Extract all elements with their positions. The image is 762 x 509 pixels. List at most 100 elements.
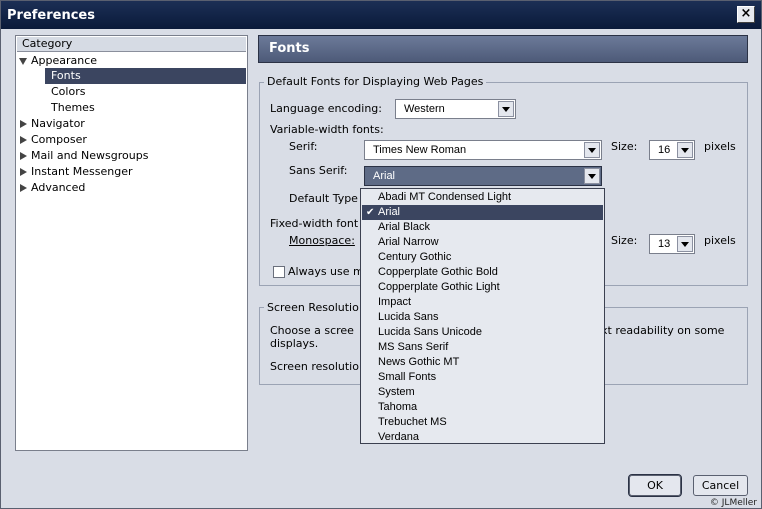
always-use-checkbox[interactable] [273, 266, 285, 278]
tree-item-advanced[interactable]: Advanced [20, 180, 85, 196]
dropdown-option-label: Arial Black [378, 221, 430, 233]
panel-header: Fonts [258, 35, 748, 63]
tree-item-instant-messenger[interactable]: Instant Messenger [20, 164, 133, 180]
dropdown-option-trebuchet[interactable]: Trebuchet MS [362, 415, 603, 430]
dropdown-option-label: Impact [378, 296, 412, 308]
language-encoding-value: Western [404, 103, 445, 115]
serif-size-label: Size: [611, 140, 638, 153]
mono-pixels-label: pixels [704, 234, 736, 247]
chevron-down-icon[interactable] [677, 236, 693, 252]
tree-item-label: Instant Messenger [31, 165, 133, 178]
tree-item-themes[interactable]: Themes [51, 100, 95, 116]
dropdown-option-ms-sans-serif[interactable]: MS Sans Serif [362, 340, 603, 355]
dropdown-option-system[interactable]: System [362, 385, 603, 400]
serif-font-select[interactable]: Times New Roman [364, 140, 602, 160]
dropdown-option-label: Abadi MT Condensed Light [378, 191, 512, 203]
serif-label: Serif: [289, 140, 318, 153]
dropdown-option-label: Small Fonts [378, 371, 437, 383]
mono-size-label: Size: [611, 234, 638, 247]
twisty-expanded-icon[interactable] [19, 57, 27, 65]
tree-item-colors[interactable]: Colors [51, 84, 85, 100]
preferences-window: Preferences × Category Appearance Fonts … [0, 0, 762, 509]
screen-text-1-right: xt readability on some [601, 324, 725, 337]
default-fonts-group-label: Default Fonts for Displaying Web Pages [264, 75, 487, 88]
dropdown-option-label: MS Sans Serif [378, 341, 449, 353]
chevron-down-icon[interactable] [677, 142, 693, 158]
screen-text-2: displays. [270, 337, 319, 350]
dropdown-option-label: Arial Narrow [378, 236, 439, 248]
title-bar[interactable]: Preferences × [1, 1, 761, 29]
language-encoding-select[interactable]: Western [395, 99, 516, 119]
twisty-collapsed-icon[interactable] [20, 120, 27, 128]
chevron-down-icon[interactable] [584, 168, 600, 184]
dropdown-option-impact[interactable]: Impact [362, 295, 603, 310]
chevron-down-icon[interactable] [584, 142, 600, 158]
dropdown-option-century-gothic[interactable]: Century Gothic [362, 250, 603, 265]
dropdown-option-label: Century Gothic [378, 251, 452, 263]
category-tree[interactable]: Category Appearance Fonts Colors Themes … [15, 35, 248, 451]
dropdown-option-lucida-sans[interactable]: Lucida Sans [362, 310, 603, 325]
tree-item-fonts[interactable]: Fonts [45, 68, 246, 84]
dropdown-option-label: Copperplate Gothic Light [378, 281, 500, 293]
dropdown-option-label: Tahoma [378, 401, 418, 413]
tree-item-label: Fonts [51, 69, 81, 82]
dropdown-option-arial-black[interactable]: Arial Black [362, 220, 603, 235]
language-encoding-label: Language encoding: [270, 102, 382, 115]
dropdown-option-abadi[interactable]: Abadi MT Condensed Light [362, 190, 603, 205]
tree-item-mail-and-newsgroups[interactable]: Mail and Newsgroups [20, 148, 148, 164]
ok-button[interactable]: OK [628, 474, 682, 497]
dropdown-option-arial-narrow[interactable]: Arial Narrow [362, 235, 603, 250]
dropdown-option-label: Arial [378, 206, 401, 218]
sans-serif-font-select[interactable]: Arial [364, 166, 602, 186]
tree-item-label: Themes [51, 101, 95, 114]
dropdown-option-small-fonts[interactable]: Small Fonts [362, 370, 603, 385]
dropdown-option-copperplate-light[interactable]: Copperplate Gothic Light [362, 280, 603, 295]
monospace-label: Monospace: [289, 234, 355, 247]
chevron-down-icon[interactable] [498, 101, 514, 117]
dropdown-option-label: News Gothic MT [378, 356, 460, 368]
screen-text-1: Choose a scree [270, 324, 354, 337]
tree-item-label: Composer [31, 133, 87, 146]
dropdown-option-arial[interactable]: ✔ Arial [362, 205, 603, 220]
mono-size-value: 13 [658, 238, 671, 250]
window-title: Preferences [7, 8, 95, 23]
close-icon: × [740, 6, 752, 21]
tree-item-navigator[interactable]: Navigator [20, 116, 85, 132]
tree-item-composer[interactable]: Composer [20, 132, 87, 148]
screen-resolution-group-label: Screen Resolutio [264, 301, 362, 314]
tree-item-label: Appearance [31, 54, 98, 67]
twisty-collapsed-icon[interactable] [20, 152, 27, 160]
close-button[interactable]: × [737, 6, 755, 23]
variable-width-label: Variable-width fonts: [270, 123, 384, 136]
serif-size-select[interactable]: 16 [649, 140, 695, 160]
dropdown-option-label: Copperplate Gothic Bold [378, 266, 498, 278]
checkmark-icon: ✔ [366, 207, 375, 218]
dropdown-option-news-gothic[interactable]: News Gothic MT [362, 355, 603, 370]
sans-serif-label: Sans Serif: [289, 164, 348, 177]
default-type-label: Default Type [289, 192, 358, 205]
tree-item-label: Navigator [31, 117, 85, 130]
dropdown-option-label: System [378, 386, 415, 398]
sans-serif-dropdown-list[interactable]: Abadi MT Condensed Light ✔ Arial Arial Bl… [360, 188, 605, 444]
tree-item-label: Colors [51, 85, 86, 98]
dropdown-option-verdana[interactable]: Verdana [362, 430, 603, 445]
copyright-text: © JLMeller [709, 498, 757, 508]
twisty-collapsed-icon[interactable] [20, 136, 27, 144]
serif-font-value: Times New Roman [373, 144, 467, 156]
dropdown-option-lucida-sans-unicode[interactable]: Lucida Sans Unicode [362, 325, 603, 340]
tree-item-label: Advanced [31, 181, 86, 194]
dropdown-option-tahoma[interactable]: Tahoma [362, 400, 603, 415]
always-use-label: Always use m [288, 265, 364, 278]
cancel-button[interactable]: Cancel [693, 475, 748, 496]
tree-item-appearance[interactable]: Appearance [19, 53, 97, 69]
twisty-collapsed-icon[interactable] [20, 168, 27, 176]
screen-resolution-label: Screen resolutio [270, 360, 359, 373]
dropdown-option-copperplate-bold[interactable]: Copperplate Gothic Bold [362, 265, 603, 280]
dropdown-option-label: Trebuchet MS [378, 416, 447, 428]
tree-item-label: Mail and Newsgroups [31, 149, 149, 162]
dropdown-option-label: Lucida Sans [378, 311, 439, 323]
serif-size-value: 16 [658, 144, 671, 156]
twisty-collapsed-icon[interactable] [20, 184, 27, 192]
serif-pixels-label: pixels [704, 140, 736, 153]
mono-size-select[interactable]: 13 [649, 234, 695, 254]
